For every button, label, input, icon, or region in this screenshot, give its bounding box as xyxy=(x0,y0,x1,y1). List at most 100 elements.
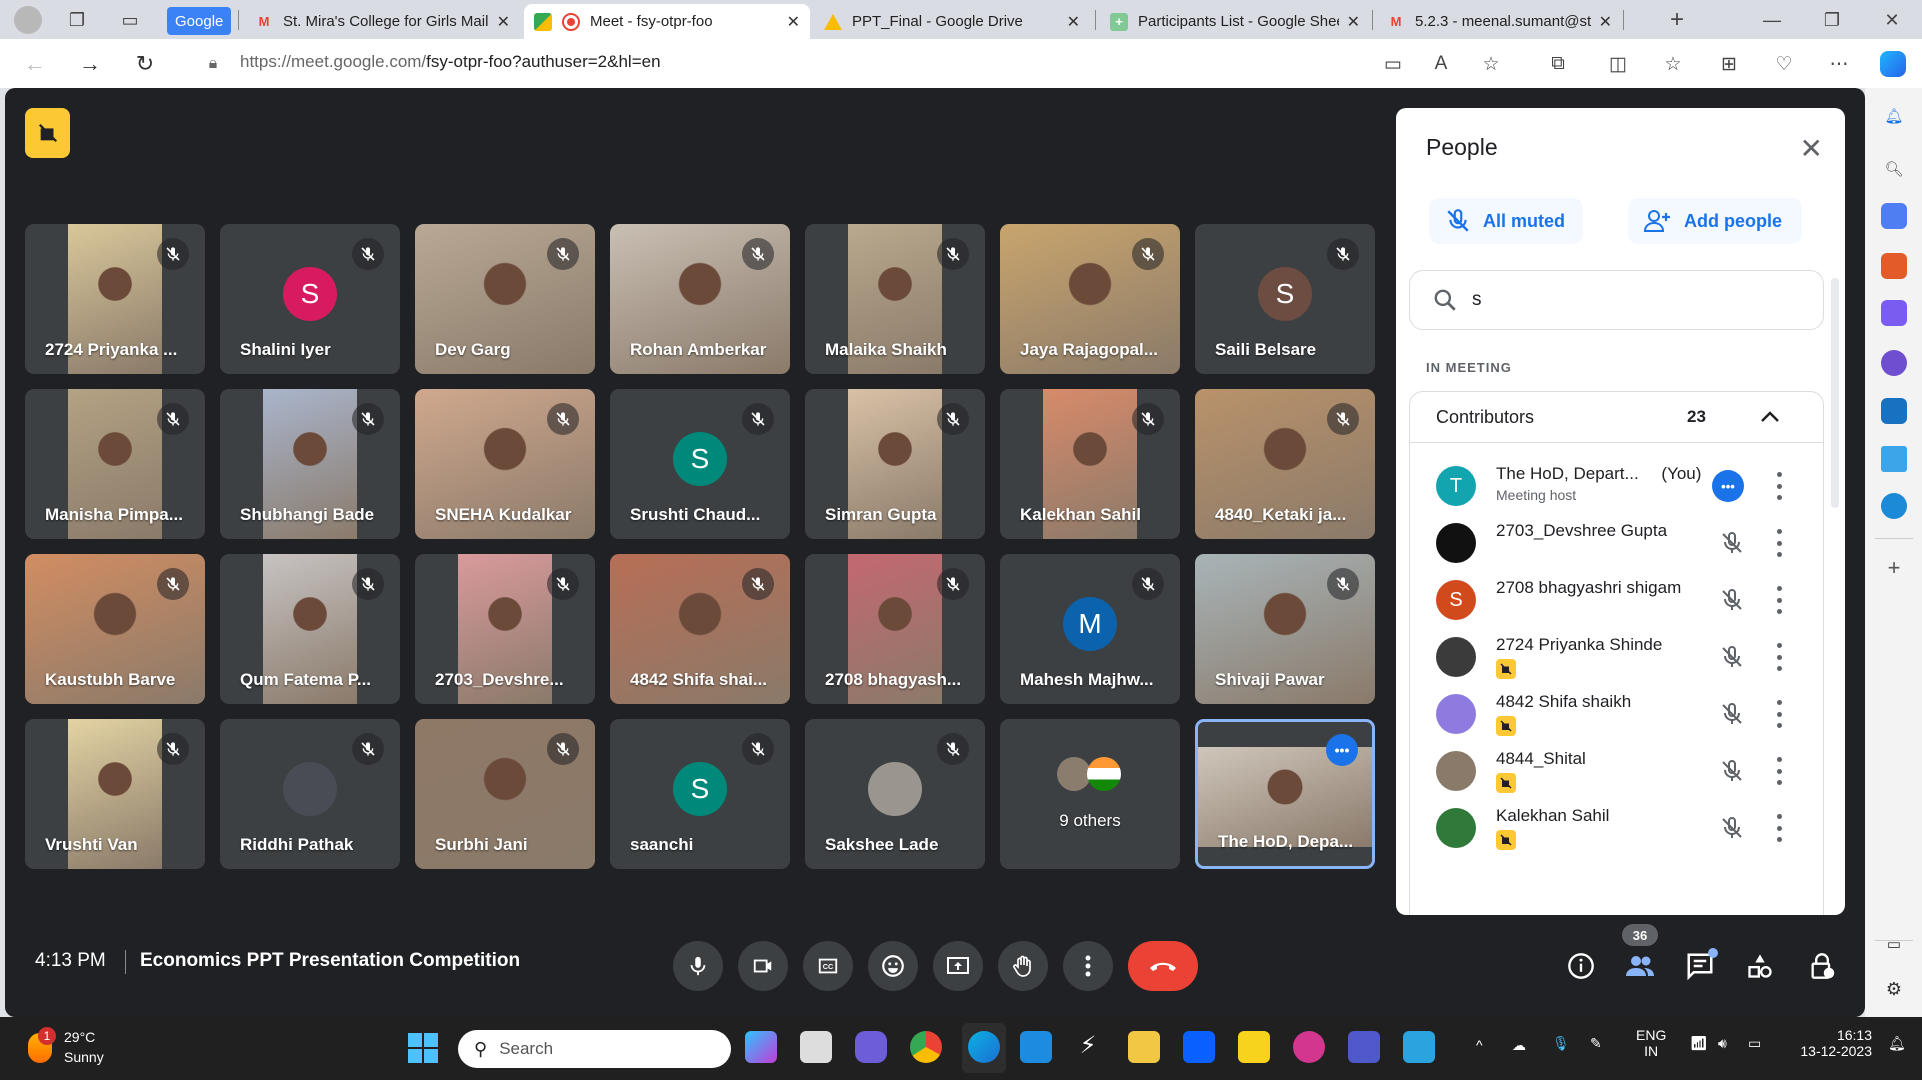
tab-group-google[interactable]: Google xyxy=(167,7,232,35)
games-icon[interactable] xyxy=(1881,300,1907,326)
participant-tile[interactable]: 4842 Shifa shai... xyxy=(610,554,790,704)
participant-tile[interactable]: Rohan Amberkar xyxy=(610,224,790,374)
lock-icon[interactable]: 🔒︎ xyxy=(198,49,228,79)
participant-tile[interactable]: 2708 bhagyash... xyxy=(805,554,985,704)
participant-tile[interactable]: Qum Fatema P... xyxy=(220,554,400,704)
add-people-button[interactable]: Add people xyxy=(1628,198,1802,244)
participant-row[interactable]: 4842 Shifa shaikh xyxy=(1410,684,1823,744)
tab-gmail-5-2-3[interactable]: M 5.2.3 - meenal.sumant@stmira ✕ xyxy=(1377,4,1622,39)
participant-row[interactable]: S 2708 bhagyashri shigam xyxy=(1410,570,1823,630)
host-controls-button[interactable] xyxy=(1806,950,1838,982)
taskbar-search[interactable]: ⚲ Search xyxy=(458,1030,731,1068)
close-tab-icon[interactable]: ✕ xyxy=(1599,12,1612,32)
wifi-icon[interactable]: 📶︎ xyxy=(1690,1035,1708,1052)
participant-tile[interactable]: Malaika Shaikh xyxy=(805,224,985,374)
present-button[interactable] xyxy=(933,941,983,991)
participant-tile[interactable]: 2724 Priyanka ... xyxy=(25,224,205,374)
edge-icon[interactable] xyxy=(1881,493,1907,519)
forward-button[interactable]: → xyxy=(75,49,105,79)
extensions-icon[interactable]: ⧉ xyxy=(1545,51,1571,77)
tab-drive[interactable]: PPT_Final - Google Drive ✕ xyxy=(814,4,1090,39)
more-actions-icon[interactable] xyxy=(1775,586,1783,614)
close-window-button[interactable]: ✕ xyxy=(1880,8,1904,32)
sticky-notes-icon[interactable] xyxy=(1238,1031,1270,1063)
start-button[interactable] xyxy=(408,1033,438,1063)
refresh-button[interactable]: ↻ xyxy=(130,49,160,79)
participant-tile[interactable]: Kalekhan Sahil xyxy=(1000,389,1180,539)
participant-tile[interactable]: Kaustubh Barve xyxy=(25,554,205,704)
participant-tile[interactable]: M Mahesh Majhw... xyxy=(1000,554,1180,704)
search-sidebar-icon[interactable]: 🔍︎ xyxy=(1881,156,1907,182)
favorite-star-icon[interactable]: ☆ xyxy=(1478,51,1504,77)
read-aloud-icon[interactable]: A xyxy=(1428,51,1454,77)
browser-essentials-icon[interactable]: ♡ xyxy=(1771,51,1797,77)
more-actions-icon[interactable] xyxy=(1775,814,1783,842)
mic-off-icon[interactable] xyxy=(1720,531,1744,555)
participant-tile[interactable]: Dev Garg xyxy=(415,224,595,374)
url-field[interactable]: https://meet.google.com/fsy-otpr-foo?aut… xyxy=(240,52,661,72)
camera-in-use-icon[interactable]: ▭ xyxy=(1380,51,1406,77)
more-actions-icon[interactable] xyxy=(1775,529,1783,557)
speaking-indicator-icon[interactable]: ••• xyxy=(1712,470,1744,502)
mic-off-icon[interactable] xyxy=(1720,645,1744,669)
microphone-tray-icon[interactable]: 🎙︎ xyxy=(1552,1035,1570,1052)
more-actions-icon[interactable] xyxy=(1775,700,1783,728)
leave-call-button[interactable] xyxy=(1128,941,1198,991)
participant-tile[interactable]: 4840_Ketaki ja... xyxy=(1195,389,1375,539)
minimize-button[interactable]: — xyxy=(1760,8,1784,32)
profile-icon[interactable] xyxy=(14,6,42,34)
split-screen-icon[interactable]: ◫ xyxy=(1605,51,1631,77)
participant-tile[interactable]: Manisha Pimpa... xyxy=(25,389,205,539)
participant-tile[interactable]: Shubhangi Bade xyxy=(220,389,400,539)
participant-tile[interactable]: S Saili Belsare xyxy=(1195,224,1375,374)
battery-icon[interactable]: ▭ xyxy=(1748,1035,1761,1052)
close-tab-icon[interactable]: ✕ xyxy=(787,12,800,32)
close-panel-button[interactable]: ✕ xyxy=(1800,132,1823,165)
onedrive-icon[interactable]: ☁︎ xyxy=(1512,1037,1526,1054)
tools-icon[interactable] xyxy=(1881,253,1907,279)
notification-center-icon[interactable]: 🔔︎ xyxy=(1888,1035,1906,1052)
microphone-button[interactable] xyxy=(673,941,723,991)
others-tile[interactable]: 9 others xyxy=(1000,719,1180,869)
tab-participants-sheet[interactable]: + Participants List - Google Sheets ✕ xyxy=(1100,4,1370,39)
workspaces-icon[interactable]: ❐ xyxy=(65,8,89,32)
tab-st-miras-mail[interactable]: M St. Mira's College for Girls Mail ✕ xyxy=(245,4,520,39)
participant-tile[interactable]: Ssaanchi xyxy=(610,719,790,869)
volume-icon[interactable]: 🔊︎ xyxy=(1718,1035,1727,1052)
add-sidebar-app-icon[interactable]: + xyxy=(1881,555,1907,581)
more-actions-icon[interactable] xyxy=(1775,643,1783,671)
participant-tile[interactable]: Jaya Rajagopal... xyxy=(1000,224,1180,374)
edge-taskbar-icon[interactable] xyxy=(968,1031,1000,1063)
participant-row[interactable]: T The HoD, Depart... (You) Meeting host ••• xyxy=(1410,456,1823,516)
camera-button[interactable] xyxy=(738,941,788,991)
reactions-button[interactable] xyxy=(868,941,918,991)
meeting-details-button[interactable] xyxy=(1565,950,1597,982)
participant-row[interactable]: 2703_Devshree Gupta xyxy=(1410,513,1823,573)
microsoft365-icon[interactable] xyxy=(1881,350,1907,376)
favorites-icon[interactable]: ☆ xyxy=(1660,51,1686,77)
camera-warning-badge[interactable] xyxy=(25,108,70,158)
people-button[interactable] xyxy=(1624,950,1656,982)
chrome-icon[interactable] xyxy=(910,1031,942,1063)
participant-tile[interactable]: Vrushti Van xyxy=(25,719,205,869)
participant-tile[interactable]: S Srushti Chaud... xyxy=(610,389,790,539)
more-options-button[interactable] xyxy=(1063,941,1113,991)
pen-icon[interactable]: ✎ xyxy=(1590,1035,1602,1052)
copilot-app-icon[interactable] xyxy=(745,1031,777,1063)
participant-row[interactable]: 2724 Priyanka Shinde xyxy=(1410,627,1823,687)
participant-tile[interactable]: Surbhi Jani xyxy=(415,719,595,869)
participant-tile[interactable]: 2703_Devshre... xyxy=(415,554,595,704)
tab-meet[interactable]: Meet - fsy-otpr-foo ✕ xyxy=(524,4,810,39)
new-tab-button[interactable]: + xyxy=(1665,6,1689,33)
hide-sidebar-icon[interactable]: ▭ xyxy=(1881,931,1907,957)
task-view-icon[interactable] xyxy=(800,1031,832,1063)
captions-button[interactable]: CC xyxy=(803,941,853,991)
back-button[interactable]: ← xyxy=(20,49,50,79)
mic-off-icon[interactable] xyxy=(1720,816,1744,840)
clock[interactable]: 16:13 13-12-2023 xyxy=(1797,1027,1872,1059)
activities-button[interactable] xyxy=(1744,950,1776,982)
close-tab-icon[interactable]: ✕ xyxy=(1347,12,1360,32)
sidebar-settings-icon[interactable]: ⚙ xyxy=(1881,976,1907,1002)
all-muted-button[interactable]: All muted xyxy=(1429,198,1583,244)
contributors-header[interactable]: Contributors 23 xyxy=(1410,392,1823,443)
